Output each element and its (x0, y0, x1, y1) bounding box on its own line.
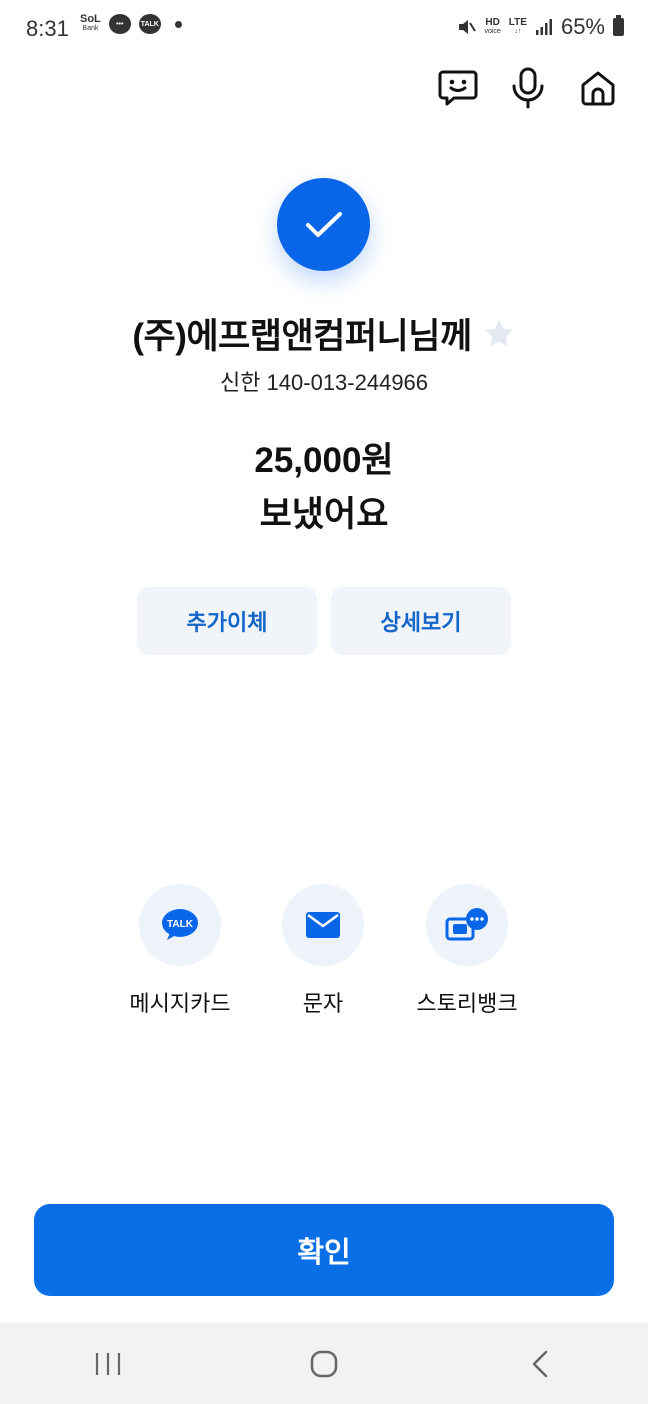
recent-apps-button[interactable] (78, 1334, 138, 1394)
storybank-share-button[interactable]: 스토리뱅크 (387, 884, 547, 1018)
microphone-icon (512, 67, 544, 109)
transfer-amount: 25,000원 (254, 441, 394, 480)
chatbot-button[interactable] (438, 66, 478, 110)
home-circle-icon (310, 1350, 338, 1377)
view-details-button[interactable]: 상세보기 (331, 587, 511, 655)
header-actions (438, 66, 618, 110)
kakaotalk-share-circle: TALK (139, 884, 221, 966)
sol-sub-label: Bank (82, 25, 99, 32)
sms-share-circle (282, 884, 364, 966)
checkmark-icon (305, 211, 342, 237)
home-icon (581, 71, 615, 106)
lte-icon: LTE ↓↑ (509, 18, 527, 36)
share-label-message-card: 메시지카드 (129, 991, 231, 1016)
recipient-row: (주)에프랩앤컴퍼니님께 (0, 308, 648, 359)
system-status-icons: HD voice LTE ↓↑ 65% (456, 14, 624, 40)
back-button[interactable] (510, 1334, 570, 1394)
notification-icons: SoL Bank ••• TALK (80, 14, 182, 34)
back-chevron-icon (532, 1350, 548, 1377)
recent-apps-icon (95, 1352, 121, 1375)
kakaotalk-icon: TALK (162, 909, 198, 940)
voice-label: voice (484, 28, 501, 35)
add-transfer-button[interactable]: 추가이체 (137, 587, 317, 655)
kakaotalk-badge: TALK (167, 919, 194, 930)
voice-search-button[interactable] (508, 66, 548, 110)
battery-icon (613, 15, 624, 36)
storybank-share-circle (426, 884, 508, 966)
share-label-sms: 문자 (302, 991, 344, 1016)
recipient-account: 신한 140-013-244966 (219, 370, 429, 395)
chatbot-icon (438, 70, 478, 106)
share-label-storybank: 스토리뱅크 (416, 991, 518, 1016)
kakaotalk-icon: TALK (138, 14, 161, 34)
message-bubble-icon: ••• (108, 14, 131, 34)
hd-voice-icon: HD voice (484, 18, 500, 36)
system-navigation-bar (0, 1323, 648, 1404)
sent-message: 보냈어요 (259, 495, 389, 534)
status-time: 8:31 (26, 16, 69, 41)
mute-icon (459, 20, 477, 34)
favorite-star-icon[interactable] (482, 317, 516, 351)
mail-envelope-icon (306, 912, 340, 938)
more-notifications-dot-icon (174, 20, 182, 28)
data-arrows-icon: ↓↑ (514, 28, 522, 35)
signal-icon (535, 19, 552, 35)
confirm-button[interactable]: 확인 (34, 1204, 614, 1296)
sol-bank-icon: SoL Bank (80, 14, 101, 34)
sms-share-button[interactable]: 문자 (243, 884, 403, 1018)
system-home-button[interactable] (294, 1334, 354, 1394)
message-card-share-button[interactable]: TALK 메시지카드 (100, 884, 260, 1018)
home-button[interactable] (578, 66, 618, 110)
battery-percent: 65% (560, 14, 605, 39)
chat-cards-icon (445, 908, 488, 941)
success-check-icon (277, 178, 370, 271)
status-bar: 8:31 SoL Bank ••• TALK HD voice LTE ↓↑ 6… (0, 0, 648, 62)
recipient-name: (주)에프랩앤컴퍼니님께 (132, 317, 472, 356)
